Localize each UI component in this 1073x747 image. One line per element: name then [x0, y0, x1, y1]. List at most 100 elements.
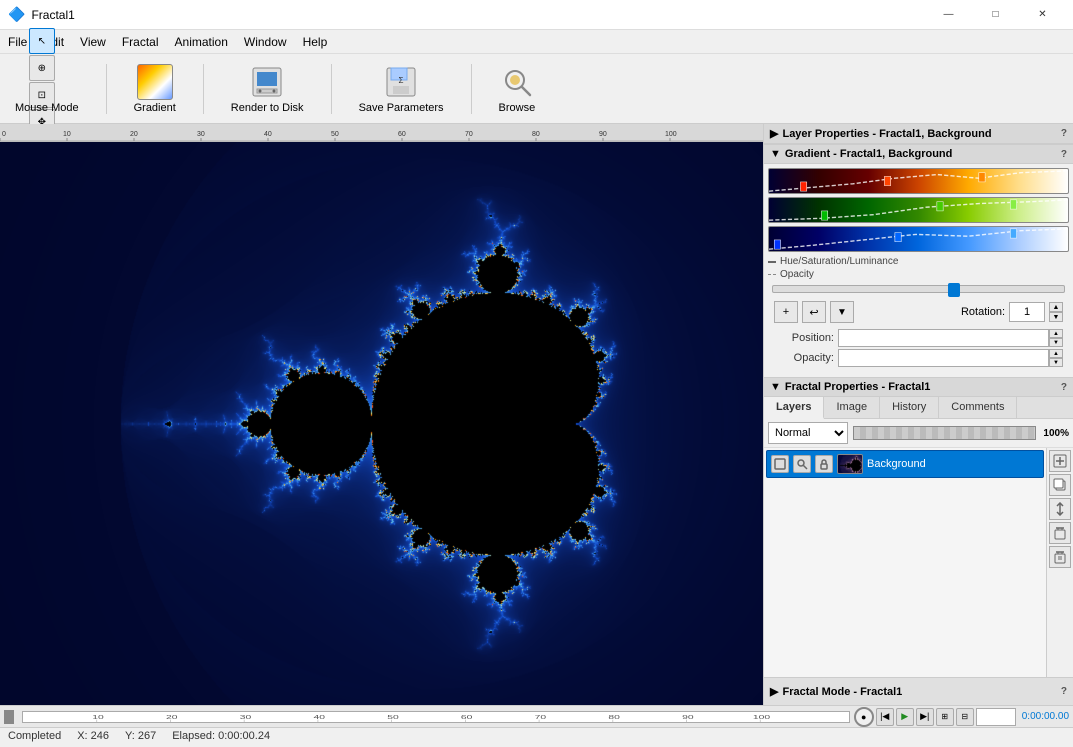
browse-button[interactable]: Browse [492, 61, 543, 117]
mouse-arrow-icon[interactable]: ↖ [29, 28, 55, 54]
menu-help[interactable]: Help [295, 30, 336, 53]
gradient-green-channel[interactable] [768, 197, 1069, 223]
save-parameters-label: Save Parameters [359, 102, 444, 114]
gradient-dropdown-button[interactable]: ▼ [830, 301, 854, 323]
hsl-row[interactable]: Hue/Saturation/Luminance [768, 255, 1069, 268]
rotation-decrement[interactable]: ▼ [1049, 312, 1063, 322]
layers-content: Normal Screen Multiply Overlay 100% [764, 419, 1073, 677]
position-increment[interactable]: ▲ [1049, 329, 1063, 338]
tab-image[interactable]: Image [824, 397, 880, 418]
minimize-button[interactable]: — [926, 0, 971, 30]
menu-fractal[interactable]: Fractal [114, 30, 167, 53]
time-display: 0:00:00.00 [1022, 711, 1069, 722]
rotation-label: Rotation: [961, 306, 1005, 318]
fractal-properties-help[interactable]: ? [1061, 382, 1067, 393]
position-decrement[interactable]: ▼ [1049, 338, 1063, 347]
menu-animation[interactable]: Animation [167, 30, 236, 53]
timeline-track[interactable]: 10 20 30 40 50 60 70 80 90 100 [22, 711, 850, 723]
layer-settings-button[interactable] [1049, 546, 1071, 568]
app-icon: 🔷 [8, 6, 25, 23]
fractal-mode-help[interactable]: ? [1061, 686, 1067, 697]
fractal-mode-arrow: ▶ [770, 685, 778, 698]
layers-main: Background [764, 448, 1073, 677]
fractal-canvas[interactable] [0, 142, 763, 705]
skip-back-button[interactable]: |◀ [876, 708, 894, 726]
tab-layers[interactable]: Layers [764, 397, 824, 419]
delete-layer-button[interactable] [1049, 522, 1071, 544]
menu-view[interactable]: View [72, 30, 114, 53]
browse-icon [499, 64, 535, 100]
rotation-increment[interactable]: ▲ [1049, 302, 1063, 312]
add-layer-button[interactable] [1049, 450, 1071, 472]
opacity-field-label: Opacity: [774, 352, 834, 364]
gradient-remove-button[interactable]: ↩ [802, 301, 826, 323]
opacity-row[interactable]: Opacity [768, 268, 1069, 281]
tab-comments[interactable]: Comments [939, 397, 1017, 418]
layer-lock-icon[interactable] [815, 455, 833, 473]
menu-bar: File Edit View Fractal Animation Window … [0, 30, 1073, 54]
duplicate-layer-button[interactable] [1049, 474, 1071, 496]
fractal-properties-header[interactable]: ▼ Fractal Properties - Fractal1 ? [764, 378, 1073, 397]
opacity-bar[interactable] [853, 426, 1036, 440]
gradient-button[interactable]: Gradient [127, 61, 183, 117]
timeline-handle[interactable] [4, 710, 14, 724]
svg-text:100: 100 [753, 713, 771, 720]
layer-visibility-icon[interactable] [771, 455, 789, 473]
opacity-slider-track[interactable] [772, 285, 1065, 293]
skip-forward-button[interactable]: ▶| [916, 708, 934, 726]
fractal-canvas-area[interactable]: 0 10 20 30 40 50 60 70 80 [0, 124, 763, 705]
menu-window[interactable]: Window [236, 30, 295, 53]
blend-mode-select[interactable]: Normal Screen Multiply Overlay [768, 422, 848, 444]
svg-text:70: 70 [465, 131, 473, 138]
frame-input[interactable]: 1 [976, 708, 1016, 726]
gradient-header[interactable]: ▼ Gradient - Fractal1, Background ? [764, 145, 1073, 164]
layer-properties-header[interactable]: ▶ Layer Properties - Fractal1, Backgroun… [764, 124, 1073, 144]
opacity-increment[interactable]: ▲ [1049, 349, 1063, 358]
svg-text:30: 30 [240, 713, 252, 720]
gradient-add-button[interactable]: + [774, 301, 798, 323]
layer-zoom-icon[interactable] [793, 455, 811, 473]
close-button[interactable]: ✕ [1020, 0, 1065, 30]
svg-text:10: 10 [63, 131, 71, 138]
rotation-input[interactable] [1009, 302, 1045, 322]
play-circle-button[interactable]: ● [854, 707, 874, 727]
gradient-help[interactable]: ? [1061, 149, 1067, 160]
tab-history[interactable]: History [880, 397, 939, 418]
opacity-field-input[interactable] [838, 349, 1049, 367]
svg-text:80: 80 [532, 131, 540, 138]
gradient-title: Gradient - Fractal1, Background [785, 148, 952, 160]
opacity-label: Opacity [780, 269, 814, 280]
position-row: Position: ▲ ▼ [774, 329, 1063, 347]
status-text: Completed [8, 730, 61, 742]
position-input[interactable] [838, 329, 1049, 347]
render-button[interactable]: Render to Disk [224, 61, 311, 117]
toolbar-sep-3 [331, 64, 332, 114]
layers-toolbar: Normal Screen Multiply Overlay 100% [764, 419, 1073, 448]
svg-text:0: 0 [2, 131, 6, 138]
maximize-button[interactable]: □ [973, 0, 1018, 30]
title-bar: 🔷 Fractal1 — □ ✕ [0, 0, 1073, 30]
opacity-decrement[interactable]: ▼ [1049, 358, 1063, 367]
ruler: 0 10 20 30 40 50 60 70 80 [0, 124, 763, 142]
gradient-red-channel[interactable] [768, 168, 1069, 194]
mouse-mode-button[interactable]: ↖ ⊕ ⊡ ✥ Mouse Mode [8, 61, 86, 117]
layer-item[interactable]: Background [766, 450, 1044, 478]
layer-props-arrow: ▶ [770, 127, 778, 140]
svg-text:20: 20 [130, 131, 138, 138]
opacity-slider-thumb[interactable] [948, 283, 960, 297]
hsl-label: Hue/Saturation/Luminance [780, 256, 898, 267]
fractal-mode-bar[interactable]: ▶ Fractal Mode - Fractal1 ? [764, 677, 1073, 705]
layer-properties-help[interactable]: ? [1061, 128, 1067, 139]
gradient-blue-channel[interactable] [768, 226, 1069, 252]
layer-properties-section: ▶ Layer Properties - Fractal1, Backgroun… [764, 124, 1073, 145]
record-button[interactable]: ⊞ [936, 708, 954, 726]
window-controls: — □ ✕ [926, 0, 1065, 30]
toolbar-sep-4 [471, 64, 472, 114]
merge-layer-button[interactable] [1049, 498, 1071, 520]
mouse-zoom-icon[interactable]: ⊕ [29, 55, 55, 81]
settings-button[interactable]: ⊟ [956, 708, 974, 726]
render-icon [249, 64, 285, 100]
fractal-props-arrow: ▼ [770, 381, 781, 393]
save-parameters-button[interactable]: Σ Save Parameters [352, 61, 451, 117]
play-button[interactable]: ▶ [896, 708, 914, 726]
